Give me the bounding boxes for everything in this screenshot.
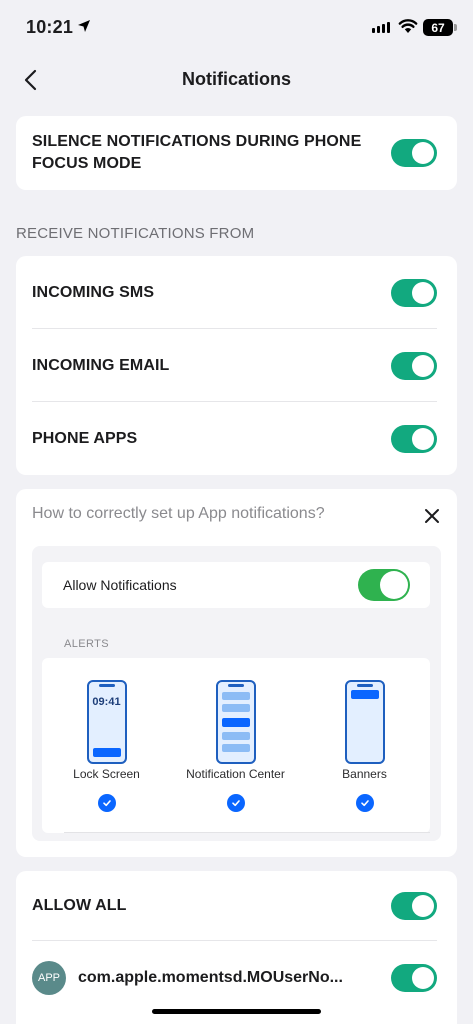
app-label: com.apple.momentsd.MOUserNo... [78, 969, 343, 986]
focus-mode-toggle[interactable] [391, 139, 437, 167]
nc-bar [221, 704, 250, 712]
receive-notifications-card: INCOMING SMS INCOMING EMAIL PHONE APPS [16, 256, 457, 475]
list-item-email: INCOMING EMAIL [16, 329, 457, 402]
demo-allow-label: Allow Notifications [63, 577, 177, 593]
app-toggle[interactable] [391, 964, 437, 992]
banners-check-icon [355, 794, 374, 812]
sms-label: INCOMING SMS [32, 283, 155, 301]
battery-icon: 67 [423, 19, 453, 36]
help-title: How to correctly set up App notification… [32, 505, 325, 522]
phone-apps-toggle[interactable] [391, 424, 437, 453]
demo-allow-row: Allow Notifications [42, 562, 430, 608]
focus-mode-row: SILENCE NOTIFICATIONS DURING PHONE FOCUS… [16, 116, 457, 190]
banners-phone-icon [344, 680, 385, 764]
list-item-allow-all: ALLOW ALL [16, 871, 457, 941]
apps-card: ALLOW ALL APP com.apple.momentsd.MOUserN… [16, 871, 457, 1024]
lock-screen-phone-icon: 09:41 [86, 680, 127, 764]
email-toggle[interactable] [391, 351, 437, 380]
divider [64, 832, 430, 833]
option-banners: Banners [300, 658, 429, 823]
page-title: Notifications [181, 69, 291, 89]
allow-all-toggle[interactable] [391, 892, 437, 920]
lock-screen-check-icon [97, 794, 116, 812]
home-indicator[interactable] [152, 1009, 321, 1014]
notification-center-check-icon [226, 794, 245, 812]
nc-bar-active [221, 718, 250, 727]
settings-illustration: Allow Notifications ALERTS 09:41 Lock Sc… [32, 546, 441, 841]
notification-center-label: Notification Center [186, 767, 285, 781]
cellular-signal-icon [372, 22, 390, 33]
nc-bar [221, 692, 250, 700]
phone-notch [356, 684, 373, 687]
demo-alerts-header: ALERTS [64, 638, 109, 650]
list-item-phone-apps: PHONE APPS [16, 402, 457, 475]
help-card: How to correctly set up App notification… [16, 489, 457, 857]
nc-bar [221, 732, 250, 740]
close-icon[interactable] [423, 507, 441, 525]
list-item-app: APP com.apple.momentsd.MOUserNo... [16, 941, 457, 1015]
notification-center-phone-icon [215, 680, 256, 764]
sms-toggle[interactable] [391, 278, 437, 307]
wifi-icon [398, 19, 418, 33]
allow-all-label: ALLOW ALL [32, 897, 127, 914]
banner-bar [350, 690, 379, 699]
app-avatar: APP [32, 961, 66, 995]
list-item-sms: INCOMING SMS [16, 256, 457, 329]
option-lock-screen: 09:41 Lock Screen [42, 658, 171, 823]
receive-section-header: RECEIVE NOTIFICATIONS FROM [16, 225, 255, 242]
location-arrow-icon [78, 20, 90, 32]
focus-mode-label: SILENCE NOTIFICATIONS DURING PHONE FOCUS… [32, 133, 362, 172]
phone-apps-label: PHONE APPS [32, 429, 138, 447]
status-time: 10:21 [26, 17, 74, 37]
focus-mode-card: SILENCE NOTIFICATIONS DURING PHONE FOCUS… [16, 116, 457, 190]
banners-label: Banners [342, 767, 387, 781]
demo-alerts-panel: 09:41 Lock Screen Notification Center Ba… [42, 658, 430, 833]
battery-tip [454, 24, 457, 31]
phone-notch [227, 684, 244, 687]
lock-screen-banner [92, 748, 121, 757]
navigation-bar: Notifications [0, 56, 473, 106]
email-label: INCOMING EMAIL [32, 356, 170, 374]
phone-notch [98, 684, 115, 687]
lock-screen-label: Lock Screen [73, 767, 140, 781]
nc-bar [221, 744, 250, 752]
option-notification-center: Notification Center [171, 658, 300, 823]
demo-toggle [358, 569, 410, 601]
lock-screen-time: 09:41 [92, 696, 121, 708]
status-bar: 10:21 67 [0, 0, 473, 56]
battery-level: 67 [431, 20, 445, 35]
